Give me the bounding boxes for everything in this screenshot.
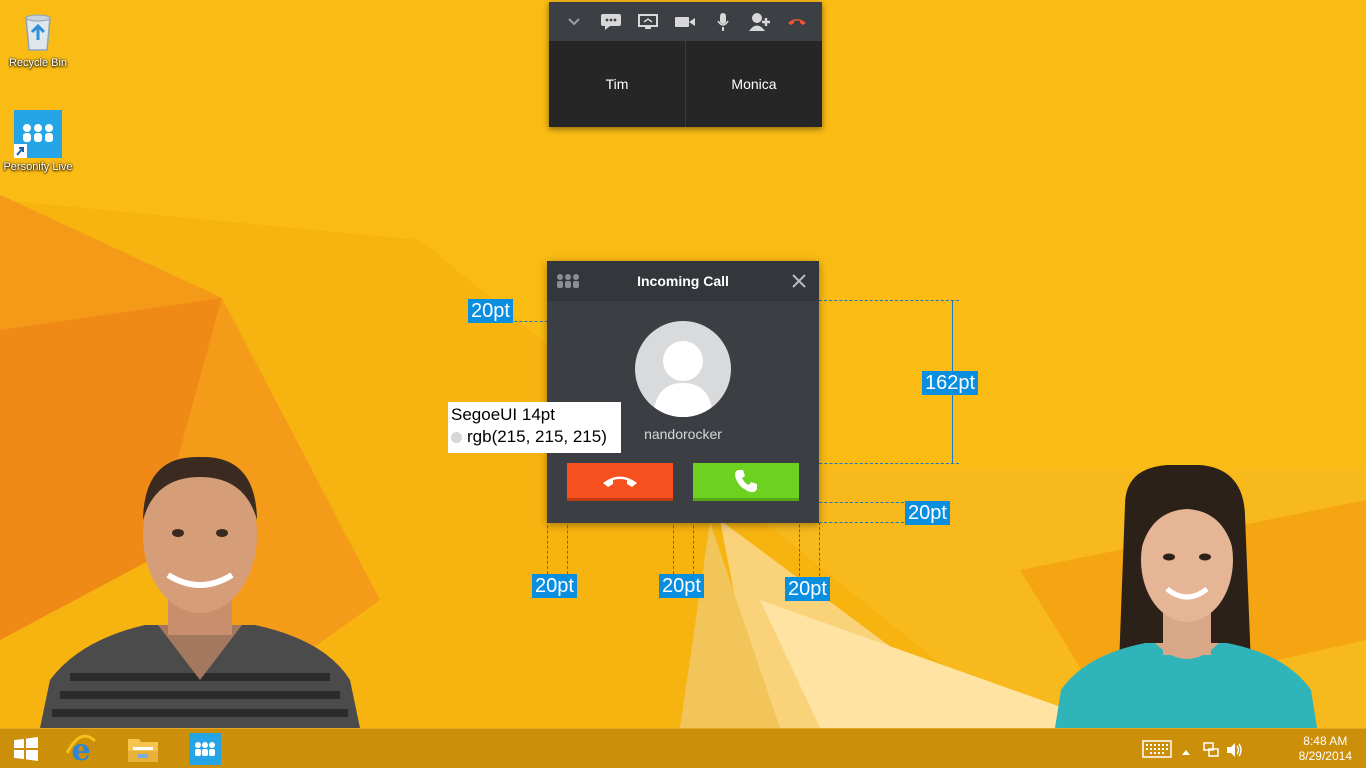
guide-line <box>799 463 959 464</box>
dialog-titlebar: Incoming Call <box>547 261 819 301</box>
desktop-icon-recycle-bin[interactable]: Recycle Bin <box>0 6 76 70</box>
network-icon <box>1203 742 1219 757</box>
color-swatch <box>451 432 462 443</box>
desktop-icon-label: Recycle Bin <box>8 57 68 69</box>
taskbar-internet-explorer[interactable]: e <box>57 729 105 768</box>
participant-list: Tim Monica <box>549 41 822 127</box>
video-button[interactable] <box>667 2 704 41</box>
internet-explorer-icon: e <box>65 733 97 765</box>
chat-button[interactable] <box>592 2 629 41</box>
mute-button[interactable] <box>704 2 741 41</box>
show-hidden-icon <box>1182 750 1190 755</box>
call-control-window: Tim Monica <box>549 2 822 127</box>
font-color-row: rgb(215, 215, 215) <box>451 426 618 448</box>
call-toolbar <box>549 2 822 41</box>
hang-up-icon <box>603 476 637 487</box>
volume-icon <box>1227 743 1242 757</box>
collapse-button[interactable] <box>555 2 592 41</box>
add-participant-button[interactable] <box>741 2 778 41</box>
guide-line <box>819 300 959 301</box>
decline-call-button[interactable] <box>567 463 673 501</box>
height-label: 162pt <box>922 371 979 395</box>
screen-share-button[interactable] <box>630 2 667 41</box>
system-tray: 8:48 AM 8/29/2014 <box>1142 729 1366 768</box>
font-color: rgb(215, 215, 215) <box>467 427 607 446</box>
recycle-bin-icon <box>14 6 62 54</box>
windows-start-icon <box>14 737 38 761</box>
participant-video-woman <box>1055 465 1317 728</box>
bottom-padding-label: 20pt <box>905 501 950 525</box>
volume-button[interactable] <box>1225 741 1243 764</box>
desktop-icon-label: Personify Live <box>3 161 73 173</box>
accept-call-button[interactable] <box>693 463 799 501</box>
participant-tile[interactable]: Monica <box>685 41 822 127</box>
touch-keyboard-button[interactable] <box>1142 739 1172 764</box>
hang-up-button[interactable] <box>779 2 816 41</box>
show-hidden-icons-button[interactable] <box>1181 743 1191 761</box>
close-icon <box>792 274 806 288</box>
microphone-icon <box>717 12 729 31</box>
add-user-icon <box>749 12 771 31</box>
taskbar-file-explorer[interactable] <box>119 729 167 768</box>
participant-tile[interactable]: Tim <box>549 41 685 127</box>
desktop-icon-personify-live[interactable]: Personify Live <box>0 110 76 174</box>
guide-line <box>819 522 909 523</box>
close-button[interactable] <box>791 273 807 289</box>
screen-share-icon <box>638 13 659 29</box>
keyboard-icon <box>1142 740 1172 758</box>
taskbar-personify[interactable] <box>181 729 229 768</box>
right-gap-label: 20pt <box>785 577 830 601</box>
top-padding-label: 20pt <box>468 299 513 323</box>
clock-date: 8/29/2014 <box>1298 749 1352 763</box>
file-explorer-icon <box>128 739 158 762</box>
middle-gap-label: 20pt <box>659 574 704 598</box>
guide-line <box>819 522 820 576</box>
phone-icon <box>735 469 757 492</box>
chat-icon <box>600 13 621 30</box>
taskbar-clock[interactable]: 8:48 AM 8/29/2014 <box>1299 734 1352 764</box>
personify-live-icon <box>14 110 62 158</box>
chevron-down-icon <box>567 17 580 25</box>
left-gap-label: 20pt <box>532 574 577 598</box>
network-button[interactable] <box>1202 741 1220 764</box>
dialog-title: Incoming Call <box>637 273 729 289</box>
clock-time: 8:48 AM <box>1303 734 1348 748</box>
incoming-call-dialog: Incoming Call nandorocker <box>547 261 819 523</box>
caller-avatar <box>635 321 731 417</box>
font-spec-note: SegoeUI 14pt rgb(215, 215, 215) <box>448 402 621 453</box>
default-user-icon <box>653 341 713 417</box>
hang-up-icon <box>788 18 807 25</box>
personify-icon <box>189 733 221 765</box>
participant-video-man <box>40 456 360 728</box>
video-camera-icon <box>675 16 696 27</box>
taskbar: e 8:48 AM 8/29/2014 <box>0 728 1366 768</box>
personify-logo-icon <box>557 274 579 288</box>
font-name: SegoeUI 14pt <box>451 405 555 424</box>
start-button[interactable] <box>2 729 50 768</box>
